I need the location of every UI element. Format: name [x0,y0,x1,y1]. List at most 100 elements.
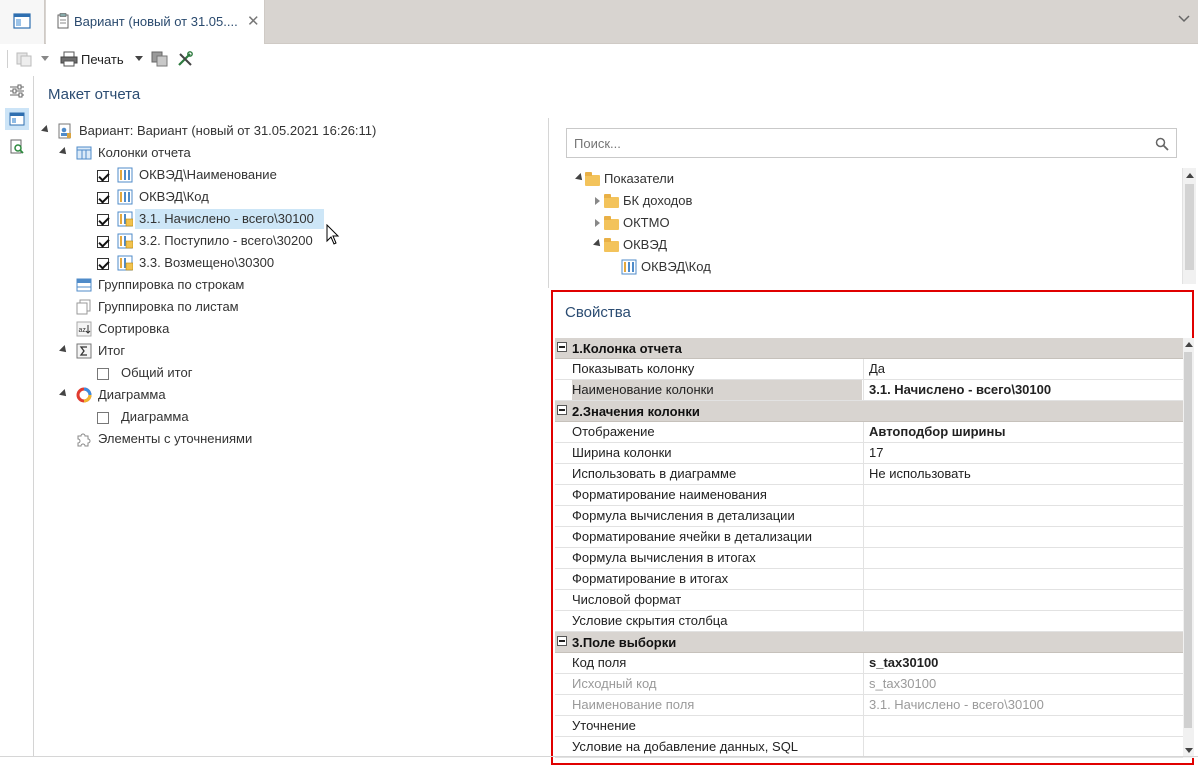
property-row[interactable]: Условие скрытия столбца [555,611,1183,632]
tree-refine-elements[interactable]: Элементы с уточнениями [98,429,252,449]
print-dropdown-icon[interactable] [135,56,143,62]
property-row[interactable]: Условие на добавление данных, SQL [555,737,1183,758]
property-value[interactable]: 3.1. Начислено - всего\30100 [863,380,1183,400]
tree-column-item[interactable]: 3.3. Возмещено\30300 [139,253,274,273]
tree-column-item[interactable]: 3.2. Поступило - всего\30200 [139,231,313,251]
property-row-selected[interactable]: Наименование колонки 3.1. Начислено - вс… [555,380,1183,401]
property-value[interactable] [863,737,1183,757]
tree-chart-group[interactable]: Диаграмма [98,385,166,405]
scroll-thumb[interactable] [1184,352,1192,728]
search-input[interactable] [572,134,1142,152]
property-value[interactable]: 17 [863,443,1183,463]
property-row[interactable]: Ширина колонки 17 [555,443,1183,464]
indicator-field[interactable]: ОКВЭД\Код [641,257,711,277]
column-checkbox[interactable] [97,214,109,226]
pane-divider[interactable] [548,118,549,288]
property-value[interactable] [863,485,1183,505]
property-row[interactable]: Форматирование наименования [555,485,1183,506]
total-checkbox[interactable] [97,368,109,380]
property-row[interactable]: Отображение Автоподбор ширины [555,422,1183,443]
scroll-up-icon[interactable] [1186,173,1194,178]
column-checkbox[interactable] [97,192,109,204]
column-checkbox[interactable] [97,170,109,182]
collapse-arrow-icon[interactable] [41,125,51,135]
property-value[interactable] [863,569,1183,589]
collapse-arrow-icon[interactable] [59,345,69,355]
collapse-arrow-icon[interactable] [59,147,69,157]
property-row[interactable]: Форматирование в итогах [555,569,1183,590]
indicator-folder[interactable]: БК доходов [623,191,692,211]
property-row[interactable]: Форматирование ячейки в детализации [555,527,1183,548]
collapse-arrow-icon[interactable] [575,173,585,183]
scroll-up-icon[interactable] [1185,342,1193,347]
property-row[interactable]: Использовать в диаграмме Не использовать [555,464,1183,485]
tab-variant[interactable]: Вариант (новый от 31.05.... ✕ [46,0,265,44]
scroll-down-icon[interactable] [1185,748,1193,753]
property-value[interactable] [863,611,1183,631]
preview-button[interactable] [5,136,29,158]
indicator-scrollbar[interactable] [1182,168,1196,284]
property-value[interactable] [863,527,1183,547]
column-checkbox[interactable] [97,258,109,270]
tree-group-rows[interactable]: Группировка по строкам [98,275,244,295]
property-value[interactable] [863,590,1183,610]
column-checkbox[interactable] [97,236,109,248]
collapse-box-icon[interactable] [557,636,567,646]
property-row[interactable]: Числовой формат [555,590,1183,611]
collapse-box-icon[interactable] [557,405,567,415]
close-tab-icon[interactable]: ✕ [247,12,260,30]
tree-column-item-selected[interactable]: 3.1. Начислено - всего\30100 [135,209,324,229]
tree-group-sheets[interactable]: Группировка по листам [98,297,239,317]
home-tab[interactable] [0,0,45,44]
layout-view-button[interactable] [5,108,29,130]
scroll-thumb[interactable] [1185,184,1194,270]
tools-icon[interactable] [177,51,193,67]
property-category[interactable]: 3.Поле выборки [555,632,1183,653]
property-name: Форматирование ячейки в детализации [572,529,812,544]
chevron-down-icon[interactable] [1176,10,1192,26]
indicator-folder[interactable]: ОКТМО [623,213,670,233]
property-value[interactable] [863,716,1183,736]
chart-checkbox[interactable] [97,412,109,424]
property-category[interactable]: 1.Колонка отчета [555,338,1183,359]
property-row[interactable]: Показывать колонку Да [555,359,1183,380]
property-row[interactable]: Уточнение [555,716,1183,737]
calculated-column-icon [117,233,133,249]
expand-arrow-icon[interactable] [595,219,600,227]
property-name: Условие на добавление данных, SQL [572,739,799,754]
property-row[interactable]: Код поля s_tax30100 [555,653,1183,674]
expand-arrow-icon[interactable] [595,197,600,205]
property-value[interactable] [863,548,1183,568]
tree-total-group[interactable]: Итог [98,341,125,361]
export-icon[interactable] [151,51,169,67]
tree-columns-group[interactable]: Колонки отчета [98,143,191,163]
settings-sliders-button[interactable] [5,80,29,102]
property-value[interactable]: Да [863,359,1183,379]
search-icon[interactable] [1155,137,1169,151]
property-value[interactable]: s_tax30100 [863,653,1183,673]
search-field[interactable] [566,128,1177,158]
property-category[interactable]: 2.Значения колонки [555,401,1183,422]
tree-sorting[interactable]: Сортировка [98,319,169,339]
property-value[interactable]: Не использовать [863,464,1183,484]
property-value[interactable] [863,506,1183,526]
collapse-arrow-icon[interactable] [593,239,603,249]
copy-disabled-icon[interactable] [15,51,35,67]
tree-column-item[interactable]: ОКВЭД\Код [139,187,209,207]
tree-column-item[interactable]: ОКВЭД\Наименование [139,165,277,185]
collapse-box-icon[interactable] [557,342,567,352]
svg-text:az: az [79,327,87,334]
indicator-folder[interactable]: ОКВЭД [623,235,667,255]
tree-chart-item[interactable]: Диаграмма [121,407,189,427]
collapse-arrow-icon[interactable] [59,389,69,399]
property-row[interactable]: Формула вычисления в итогах [555,548,1183,569]
print-button[interactable]: Печать [81,52,124,67]
tree-total-item[interactable]: Общий итог [121,363,192,383]
printer-icon[interactable] [60,51,78,67]
indicators-root[interactable]: Показатели [604,169,674,189]
property-row[interactable]: Формула вычисления в детализации [555,506,1183,527]
dropdown-arrow-icon[interactable] [41,56,49,62]
property-scrollbar[interactable] [1183,338,1194,758]
property-value[interactable]: Автоподбор ширины [863,422,1183,442]
tree-root-variant[interactable]: Вариант: Вариант (новый от 31.05.2021 16… [79,121,376,141]
